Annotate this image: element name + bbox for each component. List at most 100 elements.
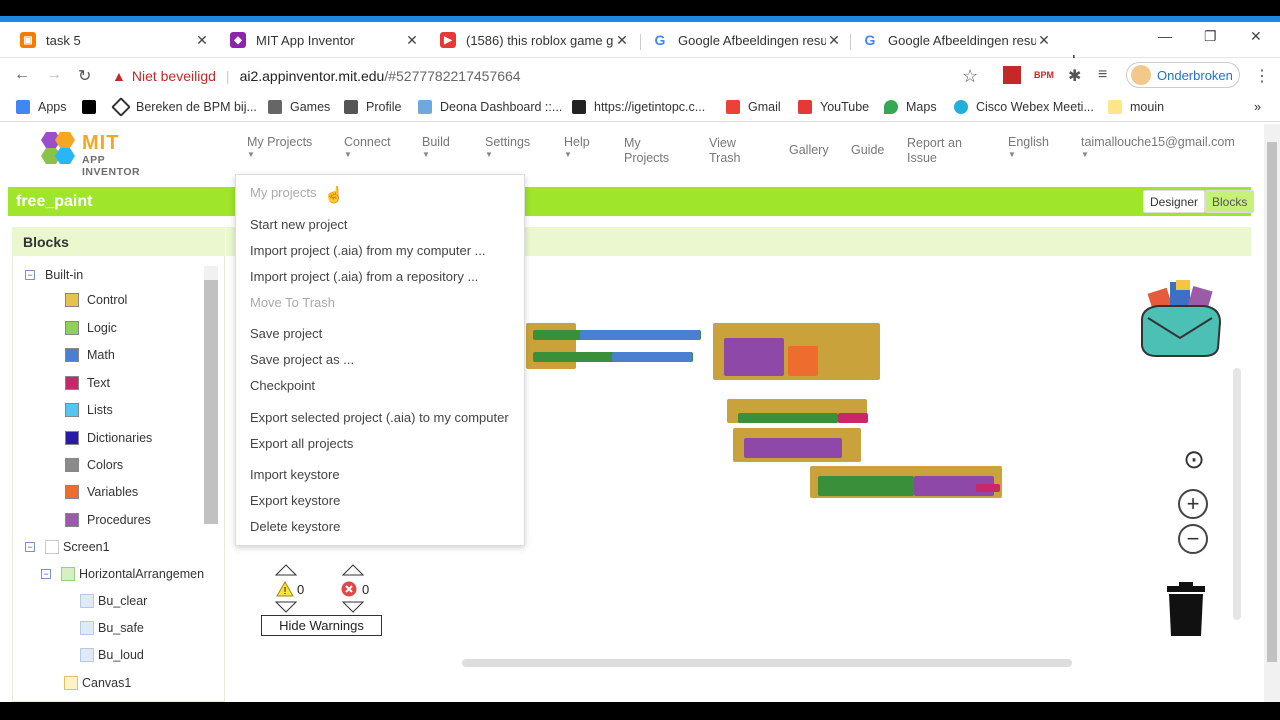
browser-tab-app-inventor[interactable]: ◆ MIT App Inventor ✕	[220, 24, 430, 56]
tree-category-logic[interactable]: Logic	[65, 321, 117, 335]
bookmark-star-icon[interactable]: ☆	[962, 66, 978, 87]
bookmark-youtube[interactable]: YouTube	[798, 100, 869, 114]
menu-build[interactable]: Build ▼	[422, 135, 450, 160]
menu-item-move-to-trash[interactable]: Move To Trash	[250, 295, 335, 310]
tree-builtin[interactable]: − Built-in	[25, 268, 83, 282]
menu-item-import-from-computer[interactable]: Import project (.aia) from my computer .…	[250, 243, 486, 258]
menu-guide[interactable]: Guide	[851, 143, 884, 158]
trash-icon[interactable]	[1167, 582, 1205, 636]
profile-button[interactable]: Onderbroken	[1126, 62, 1240, 88]
menu-my-projects[interactable]: My Projects ▼	[247, 135, 312, 160]
bookmark-igetintopc[interactable]: https://igetintopc.c...	[572, 100, 705, 114]
extensions-puzzle-icon[interactable]: ✱	[1068, 66, 1081, 86]
tree-category-procedures[interactable]: Procedures	[65, 513, 151, 527]
back-icon[interactable]: ←	[14, 66, 30, 84]
browser-tab-task5[interactable]: ▣ task 5 ✕	[10, 24, 220, 56]
browser-tab-youtube[interactable]: ▶ (1586) this roblox game go ✕	[430, 24, 640, 56]
notifier-block[interactable]	[744, 438, 842, 458]
line-width-value-block[interactable]	[580, 330, 700, 340]
menu-item-import-from-repository[interactable]: Import project (.aia) from a repository …	[250, 269, 478, 284]
close-icon[interactable]: ✕	[614, 32, 630, 49]
bookmark-bpm[interactable]: Bereken de BPM bij...	[111, 97, 257, 117]
bookmark-maps[interactable]: Maps	[884, 100, 937, 114]
tree-category-control[interactable]: Control	[65, 293, 127, 307]
window-close-icon[interactable]: ✕	[1250, 28, 1262, 45]
bookmark-f[interactable]	[82, 100, 104, 114]
zoom-out-icon[interactable]: −	[1178, 524, 1208, 554]
reload-icon[interactable]: ↻	[78, 66, 91, 86]
tree-bu-clear[interactable]: Bu_clear	[80, 594, 147, 608]
bookmark-games[interactable]: Games	[268, 100, 330, 114]
address-bar[interactable]: ▲ Niet beveiligd | ai2.appinventor.mit.e…	[112, 62, 992, 90]
warnings-down-arrow-icon[interactable]	[275, 601, 297, 613]
bookmark-gmail[interactable]: Gmail	[726, 100, 781, 114]
workspace-v-scrollbar[interactable]	[1233, 368, 1241, 620]
draw-line-block[interactable]	[724, 338, 784, 376]
errors-up-arrow-icon[interactable]	[342, 564, 364, 576]
get-coords-blocks[interactable]	[788, 346, 818, 376]
errors-down-arrow-icon[interactable]	[342, 601, 364, 613]
tree-category-math[interactable]: Math	[65, 348, 115, 362]
menu-connect[interactable]: Connect ▼	[344, 135, 391, 160]
text-join-block[interactable]	[838, 413, 868, 423]
collapse-icon[interactable]: −	[25, 542, 35, 552]
close-icon[interactable]: ✕	[194, 32, 210, 49]
menu-help[interactable]: Help ▼	[564, 135, 590, 160]
close-icon[interactable]: ✕	[826, 32, 842, 49]
collapse-icon[interactable]: −	[41, 569, 51, 579]
minimize-icon[interactable]: —	[1158, 28, 1172, 44]
tree-category-colors[interactable]: Colors	[65, 458, 123, 472]
zoom-in-icon[interactable]: +	[1178, 489, 1208, 519]
menu-gallery[interactable]: Gallery	[789, 143, 829, 158]
hide-warnings-button[interactable]: Hide Warnings	[261, 615, 382, 636]
forward-icon[interactable]: →	[46, 66, 62, 84]
close-icon[interactable]: ✕	[1036, 32, 1052, 49]
center-target-icon[interactable]: ⊙	[1179, 446, 1209, 476]
tree-category-text[interactable]: Text	[65, 376, 110, 390]
tree-scrollbar[interactable]	[204, 266, 218, 524]
menu-item-import-keystore[interactable]: Import keystore	[250, 467, 340, 482]
extension-bpm-icon[interactable]: BPM	[1034, 66, 1054, 84]
tree-bu-safe[interactable]: Bu_safe	[80, 621, 144, 635]
tree-bu-loud[interactable]: Bu_loud	[80, 648, 144, 662]
warnings-up-arrow-icon[interactable]	[275, 564, 297, 576]
tree-category-lists[interactable]: Lists	[65, 403, 113, 417]
designer-button[interactable]: Designer	[1143, 190, 1206, 213]
bookmark-webex[interactable]: Cisco Webex Meeti...	[954, 100, 1094, 114]
menu-language[interactable]: English ▼	[1008, 135, 1049, 160]
bookmark-profile[interactable]: Profile	[344, 100, 401, 114]
extension-chart-icon[interactable]	[1003, 66, 1021, 84]
menu-report-issue[interactable]: Report an Issue	[907, 136, 962, 166]
close-icon[interactable]: ✕	[404, 32, 420, 49]
menu-item-export-all[interactable]: Export all projects	[250, 436, 353, 451]
set-background-block[interactable]	[818, 476, 914, 496]
text-value-block[interactable]	[976, 484, 1000, 492]
more-bookmarks-icon[interactable]: »	[1254, 100, 1261, 114]
tree-canvas1[interactable]: Canvas1	[64, 676, 131, 690]
menu-item-delete-keystore[interactable]: Delete keystore	[250, 519, 340, 534]
menu-my-projects-link[interactable]: My Projects	[624, 136, 669, 166]
browser-tab-google-images-1[interactable]: G Google Afbeeldingen resul ✕	[642, 24, 852, 56]
bookmark-deona[interactable]: Deona Dashboard ::...	[418, 100, 562, 114]
menu-account[interactable]: taimallouche15@gmail.com ▼	[1081, 135, 1235, 160]
bookmark-apps[interactable]: Apps	[16, 100, 67, 114]
blocks-button[interactable]: Blocks	[1205, 190, 1255, 213]
backpack-icon[interactable]	[1134, 276, 1226, 358]
menu-item-checkpoint[interactable]: Checkpoint	[250, 378, 315, 393]
bookmark-mouin[interactable]: mouin	[1108, 100, 1164, 114]
page-scrollbar[interactable]	[1264, 124, 1280, 702]
menu-item-save-project-as[interactable]: Save project as ...	[250, 352, 354, 367]
menu-settings[interactable]: Settings ▼	[485, 135, 530, 160]
menu-item-my-projects[interactable]: My projects	[250, 185, 316, 200]
tree-screen1[interactable]: − Screen1	[25, 540, 110, 554]
menu-item-start-new-project[interactable]: Start new project	[250, 217, 348, 232]
restore-icon[interactable]: ❐	[1204, 28, 1217, 45]
more-menu-icon[interactable]: ⋮	[1254, 66, 1270, 86]
line-width-value-block-2[interactable]	[612, 352, 692, 362]
reading-list-icon[interactable]: ≡	[1098, 66, 1107, 84]
browser-tab-google-images-2[interactable]: G Google Afbeeldingen resul ✕	[852, 24, 1062, 56]
tree-category-dictionaries[interactable]: Dictionaries	[65, 431, 152, 445]
menu-item-export-keystore[interactable]: Export keystore	[250, 493, 340, 508]
tree-horizontal-arrangement[interactable]: − HorizontalArrangemen	[41, 567, 204, 581]
workspace-h-scrollbar[interactable]	[462, 659, 1072, 667]
